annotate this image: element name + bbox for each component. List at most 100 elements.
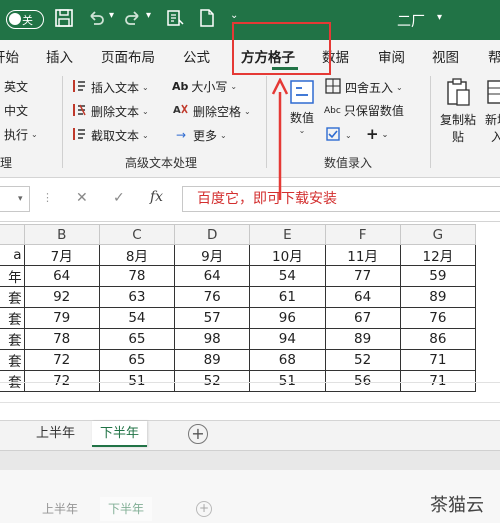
name-box[interactable]: ▾ — [0, 186, 30, 212]
table-cell[interactable]: 96 — [249, 307, 326, 329]
table-cell[interactable]: 89 — [324, 328, 401, 350]
cancel-icon[interactable]: ✕ — [76, 190, 88, 206]
redo-icon[interactable] — [122, 8, 144, 30]
tab-page-layout[interactable]: 页面布局 — [101, 46, 155, 66]
table-cell[interactable]: 98 — [174, 328, 251, 350]
delete-text-button[interactable]: 删除文本 ⌄ — [70, 102, 149, 120]
table-cell[interactable]: 8月 — [98, 244, 176, 266]
enter-icon[interactable]: ✓ — [113, 190, 125, 206]
table-row: 套 92 63 76 61 64 89 — [0, 286, 477, 308]
tab-review[interactable]: 审阅 — [378, 46, 405, 66]
ribbon-body: 英文 中文 执行 ⌄ 插入文本 ⌄ 删除文本 ⌄ 截取文本 ⌄ Ab 大小写 ⌄ — [0, 70, 500, 178]
table-cell[interactable]: 65 — [98, 328, 176, 350]
table-cell[interactable]: 92 — [23, 286, 100, 308]
plus-icon: + — [366, 125, 379, 143]
column-header-g[interactable]: G — [399, 224, 477, 245]
insert-function-icon[interactable]: fx — [150, 189, 163, 205]
table-cell[interactable]: 7月 — [23, 244, 100, 266]
table-cell[interactable]: 54 — [98, 307, 176, 329]
table-cell[interactable]: 77 — [324, 265, 401, 287]
quick-access-dropdown-icon[interactable]: ⌄ — [230, 10, 238, 21]
table-cell[interactable]: 52 — [324, 349, 401, 371]
chevron-down-icon: ⌄ — [142, 106, 149, 116]
table-cell[interactable]: 57 — [174, 307, 251, 329]
chevron-down-icon: ⌄ — [396, 82, 403, 92]
ribbon-execute-button[interactable]: 执行 ⌄ — [4, 126, 38, 143]
tab-home[interactable]: 开始 — [0, 46, 19, 66]
column-header-f[interactable]: F — [324, 224, 401, 245]
column-header-b[interactable]: B — [23, 224, 100, 245]
table-cell[interactable]: 64 — [324, 286, 401, 308]
keep-values-button[interactable]: Abc 只保留数值 — [324, 102, 404, 119]
undo-icon[interactable] — [85, 8, 107, 30]
new-file-icon[interactable] — [196, 8, 218, 30]
table-cell[interactable]: 68 — [249, 349, 326, 371]
more-button[interactable]: → 更多 ⌄ — [172, 126, 227, 144]
ribbon-english-button[interactable]: 英文 — [4, 78, 28, 95]
insert-text-button[interactable]: 插入文本 ⌄ — [70, 78, 149, 96]
autosave-toggle[interactable]: 关 — [6, 10, 44, 29]
ribbon-chinese-button[interactable]: 中文 — [4, 102, 28, 119]
table-cell[interactable]: 9月 — [174, 244, 251, 266]
sheet-icon — [487, 80, 500, 104]
table-cell[interactable]: 年 — [0, 265, 25, 287]
tab-formulas[interactable]: 公式 — [183, 46, 210, 66]
table-cell[interactable]: 72 — [23, 349, 100, 371]
formula-input[interactable]: 百度它，即可下载安装 — [182, 186, 500, 212]
format-painter-icon[interactable] — [164, 8, 186, 30]
table-cell[interactable]: 套 — [0, 286, 25, 308]
table-cell[interactable]: 61 — [249, 286, 326, 308]
table-cell[interactable]: 76 — [174, 286, 251, 308]
table-cell[interactable]: 11月 — [324, 244, 401, 266]
checkbox-dropdown-button[interactable]: ⌄ — [324, 126, 352, 144]
table-cell[interactable]: 54 — [249, 265, 326, 287]
tab-insert[interactable]: 插入 — [46, 46, 73, 66]
table-cell[interactable]: 79 — [23, 307, 100, 329]
redo-dropdown-icon[interactable]: ▾ — [146, 10, 151, 21]
tab-view[interactable]: 视图 — [432, 46, 459, 66]
table-cell[interactable]: 78 — [23, 328, 100, 350]
save-icon[interactable] — [53, 8, 75, 30]
case-button[interactable]: Ab 大小写 ⌄ — [172, 78, 237, 95]
formula-bar-grip-icon[interactable]: ⋮ — [42, 191, 53, 204]
column-header-e[interactable]: E — [249, 224, 326, 245]
tab-help[interactable]: 帮 — [488, 46, 500, 66]
plus-dropdown-button[interactable]: + ⌄ — [366, 125, 388, 143]
table-cell[interactable]: 71 — [399, 349, 477, 371]
sheet-tab-first-half[interactable]: 上半年 — [28, 421, 83, 447]
remove-spaces-icon: A — [172, 102, 190, 120]
remove-spaces-button[interactable]: A 删除空格 ⌄ — [172, 102, 251, 120]
column-header-c[interactable]: C — [98, 224, 176, 245]
table-cell[interactable]: 63 — [98, 286, 176, 308]
table-cell[interactable]: 67 — [324, 307, 401, 329]
sheet-tab-second-half[interactable]: 下半年 — [92, 421, 148, 447]
column-header-a[interactable] — [0, 224, 25, 245]
table-cell[interactable]: 64 — [23, 265, 100, 287]
table-cell[interactable]: 64 — [174, 265, 251, 287]
table-cell[interactable]: 94 — [249, 328, 326, 350]
copy-paste-button[interactable]: 复制粘 贴 — [438, 78, 478, 145]
table-cell[interactable]: 65 — [98, 349, 176, 371]
add-sheet-icon[interactable]: + — [188, 424, 208, 444]
new-entry-button[interactable]: 新增 入 — [482, 78, 500, 145]
column-header-d[interactable]: D — [174, 224, 251, 245]
table-cell[interactable]: 套 — [0, 307, 25, 329]
empty-grid-rows[interactable] — [0, 382, 500, 418]
table-cell[interactable]: 套 — [0, 349, 25, 371]
table-cell[interactable]: 12月 — [399, 244, 477, 266]
chevron-down-icon: ⌄ — [244, 106, 251, 116]
table-cell[interactable]: 89 — [399, 286, 477, 308]
title-dropdown-icon[interactable]: ▾ — [437, 12, 442, 23]
table-cell[interactable]: 86 — [399, 328, 477, 350]
chevron-down-icon: ⌄ — [31, 130, 38, 139]
undo-dropdown-icon[interactable]: ▾ — [109, 10, 114, 21]
table-cell[interactable]: 10月 — [249, 244, 326, 266]
table-cell[interactable]: 59 — [399, 265, 477, 287]
table-cell[interactable]: a — [0, 244, 25, 266]
table-cell[interactable]: 89 — [174, 349, 251, 371]
table-cell[interactable]: 78 — [98, 265, 176, 287]
round-button[interactable]: 四舍五入 ⌄ — [324, 78, 403, 96]
table-cell[interactable]: 76 — [399, 307, 477, 329]
extract-text-button[interactable]: 截取文本 ⌄ — [70, 126, 149, 144]
table-cell[interactable]: 套 — [0, 328, 25, 350]
